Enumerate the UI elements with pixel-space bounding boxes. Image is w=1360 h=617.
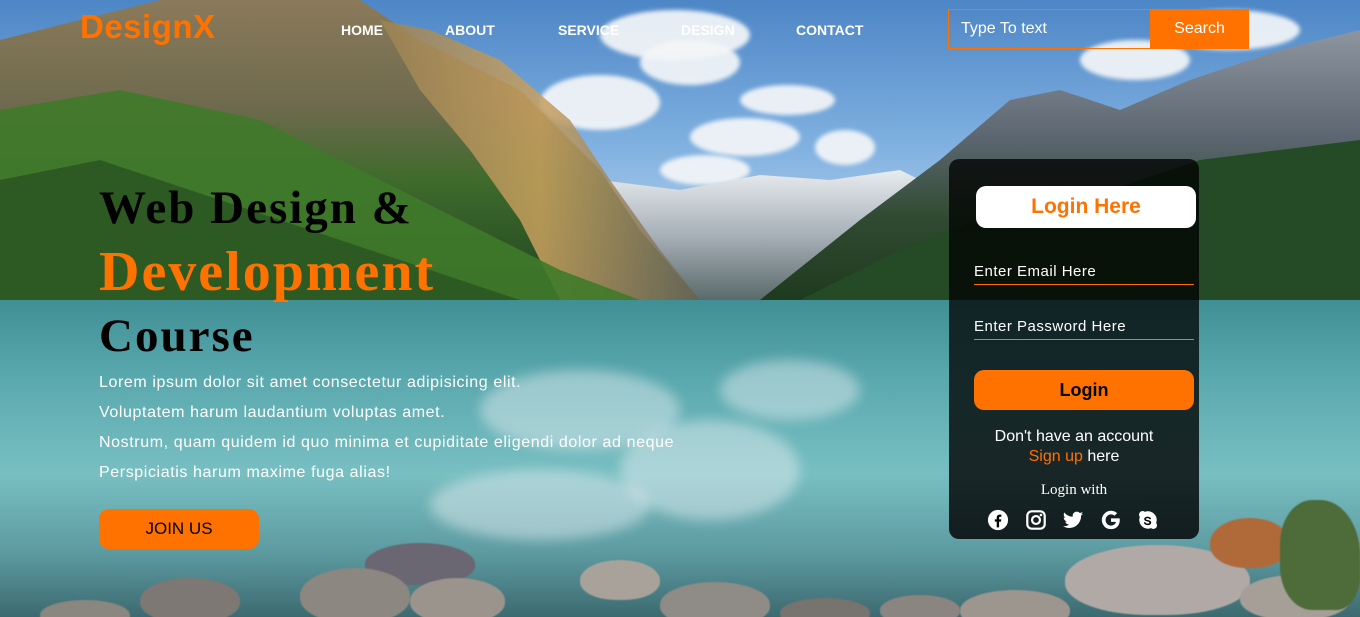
login-card: Login Here Login Don't have an account S… [949,159,1199,539]
facebook-icon[interactable] [987,509,1009,531]
nav-design[interactable]: DESIGN [681,22,735,38]
hero-description-line: Voluptatem harum laudantium voluptas ame… [99,404,446,421]
join-us-button[interactable]: JOIN US [99,509,259,549]
signup-prompt: Don't have an account Sign up here [949,427,1199,467]
rock [300,568,410,617]
hero-title-line2: Development [99,241,436,303]
rock [880,595,960,617]
hero-description: Lorem ipsum dolor sit amet consectetur a… [99,368,739,488]
signup-prefix: Don't have an account [994,428,1154,445]
rock [1280,500,1360,610]
rock [140,578,240,617]
hero-description-line: Perspiciatis harum maxime fuga alias! [99,464,391,481]
hero-description-line: Lorem ipsum dolor sit amet consectetur a… [99,374,522,391]
login-button[interactable]: Login [974,370,1194,410]
email-field[interactable] [974,259,1194,285]
google-icon[interactable] [1100,509,1122,531]
password-field[interactable] [974,314,1194,340]
twitter-icon[interactable] [1062,509,1084,531]
login-with-label: Login with [1040,482,1108,498]
hero-title-line1: Web Design & [99,182,413,234]
search-button[interactable]: Search [1150,9,1249,49]
rock [580,560,660,600]
signup-line: Sign up here [949,447,1199,467]
search-input[interactable] [948,9,1150,49]
hero-title-line3: Course [99,310,255,362]
login-title: Login Here [976,186,1196,228]
hero-description-line: Nostrum, quam quidem id quo minima et cu… [99,434,675,451]
nav-contact[interactable]: CONTACT [796,22,863,38]
nav-service[interactable]: SERVICE [558,22,619,38]
signup-suffix: here [1082,448,1120,465]
nav-about[interactable]: ABOUT [445,22,495,38]
skype-icon[interactable] [1137,509,1159,531]
rock [410,578,505,617]
social-login-icons [987,509,1159,531]
instagram-icon[interactable] [1025,509,1047,531]
cloud-reflection [720,360,860,420]
logo[interactable]: DesignX [80,8,216,46]
search-bar: Search [948,9,1249,49]
signup-link[interactable]: Sign up [1029,448,1083,465]
nav-home[interactable]: HOME [341,22,383,38]
rock [1210,518,1290,568]
